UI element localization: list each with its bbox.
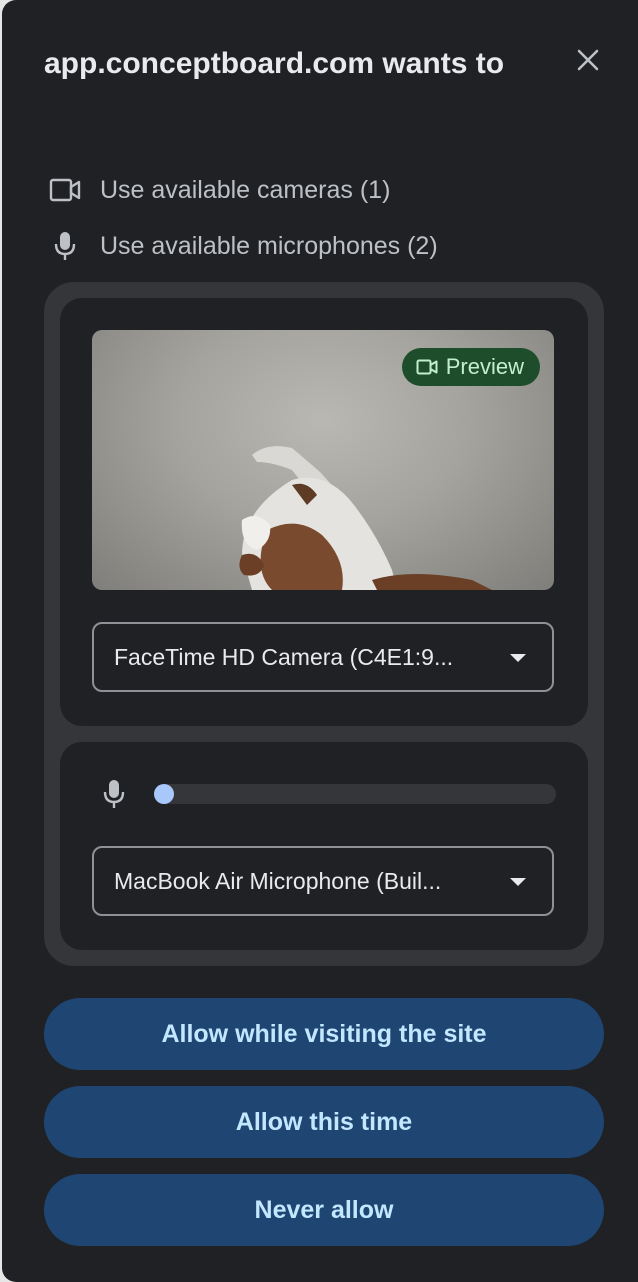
camera-icon <box>48 173 82 207</box>
device-panel: Preview FaceTime HD Camera (C4E1:9... Ma… <box>44 282 604 966</box>
permission-dialog: app.conceptboard.com wants to Use availa… <box>2 0 638 1282</box>
microphone-level-indicator <box>154 784 175 804</box>
camera-preview: Preview <box>92 330 554 590</box>
microphone-select-value: MacBook Air Microphone (Buil... <box>114 867 442 894</box>
preview-label: Preview <box>445 354 524 379</box>
preview-badge: Preview <box>401 348 540 386</box>
chevron-down-icon <box>510 878 526 886</box>
camera-select-value: FaceTime HD Camera (C4E1:9... <box>114 643 454 670</box>
allow-while-visiting-button[interactable]: Allow while visiting the site <box>44 998 604 1070</box>
close-button[interactable] <box>568 40 608 80</box>
never-allow-button[interactable]: Never allow <box>44 1174 604 1246</box>
microphone-select[interactable]: MacBook Air Microphone (Buil... <box>92 846 554 916</box>
camera-select[interactable]: FaceTime HD Camera (C4E1:9... <box>92 622 554 692</box>
permission-microphone-row: Use available microphones (2) <box>48 226 438 266</box>
video-camera-icon <box>416 358 438 376</box>
title-suffix: wants to <box>382 47 505 80</box>
camera-card: Preview FaceTime HD Camera (C4E1:9... <box>60 298 588 726</box>
allow-this-time-button[interactable]: Allow this time <box>44 1086 604 1158</box>
close-icon <box>577 49 599 71</box>
microphone-level-meter <box>154 784 556 804</box>
site-host: app.conceptboard.com <box>44 47 375 80</box>
microphone-icon <box>98 776 130 812</box>
microphone-icon <box>48 229 82 263</box>
permission-camera-row: Use available cameras (1) <box>48 170 390 210</box>
permission-microphone-label: Use available microphones (2) <box>100 231 438 260</box>
chevron-down-icon <box>510 654 526 662</box>
dialog-title: app.conceptboard.com wants to <box>44 40 544 88</box>
permission-camera-label: Use available cameras (1) <box>100 175 391 204</box>
microphone-card: MacBook Air Microphone (Buil... <box>60 742 588 950</box>
